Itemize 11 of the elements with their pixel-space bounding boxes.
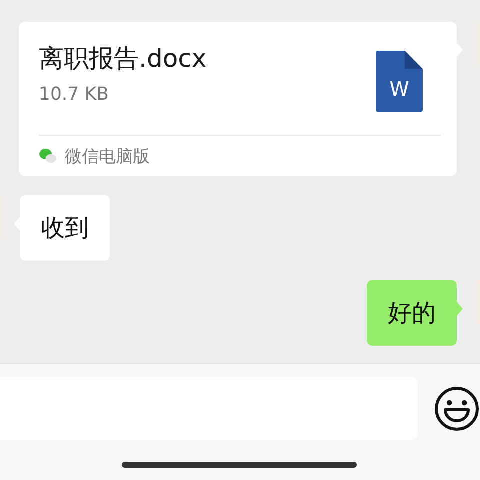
message-bubble: 收到 bbox=[20, 195, 110, 261]
home-indicator[interactable] bbox=[122, 462, 357, 468]
source-label: 微信电脑版 bbox=[65, 146, 150, 168]
emoji-icon[interactable] bbox=[434, 386, 480, 432]
bubble-tail bbox=[457, 302, 463, 316]
file-card[interactable]: 离职报告.docx 10.7 KB W 微信电脑版 bbox=[19, 22, 457, 176]
file-name: 离职报告.docx bbox=[39, 43, 207, 75]
message-bubble: 好的 bbox=[367, 280, 457, 346]
document-icon: W bbox=[376, 51, 423, 112]
chat-bubbles-icon bbox=[39, 148, 57, 164]
file-size: 10.7 KB bbox=[39, 84, 110, 105]
